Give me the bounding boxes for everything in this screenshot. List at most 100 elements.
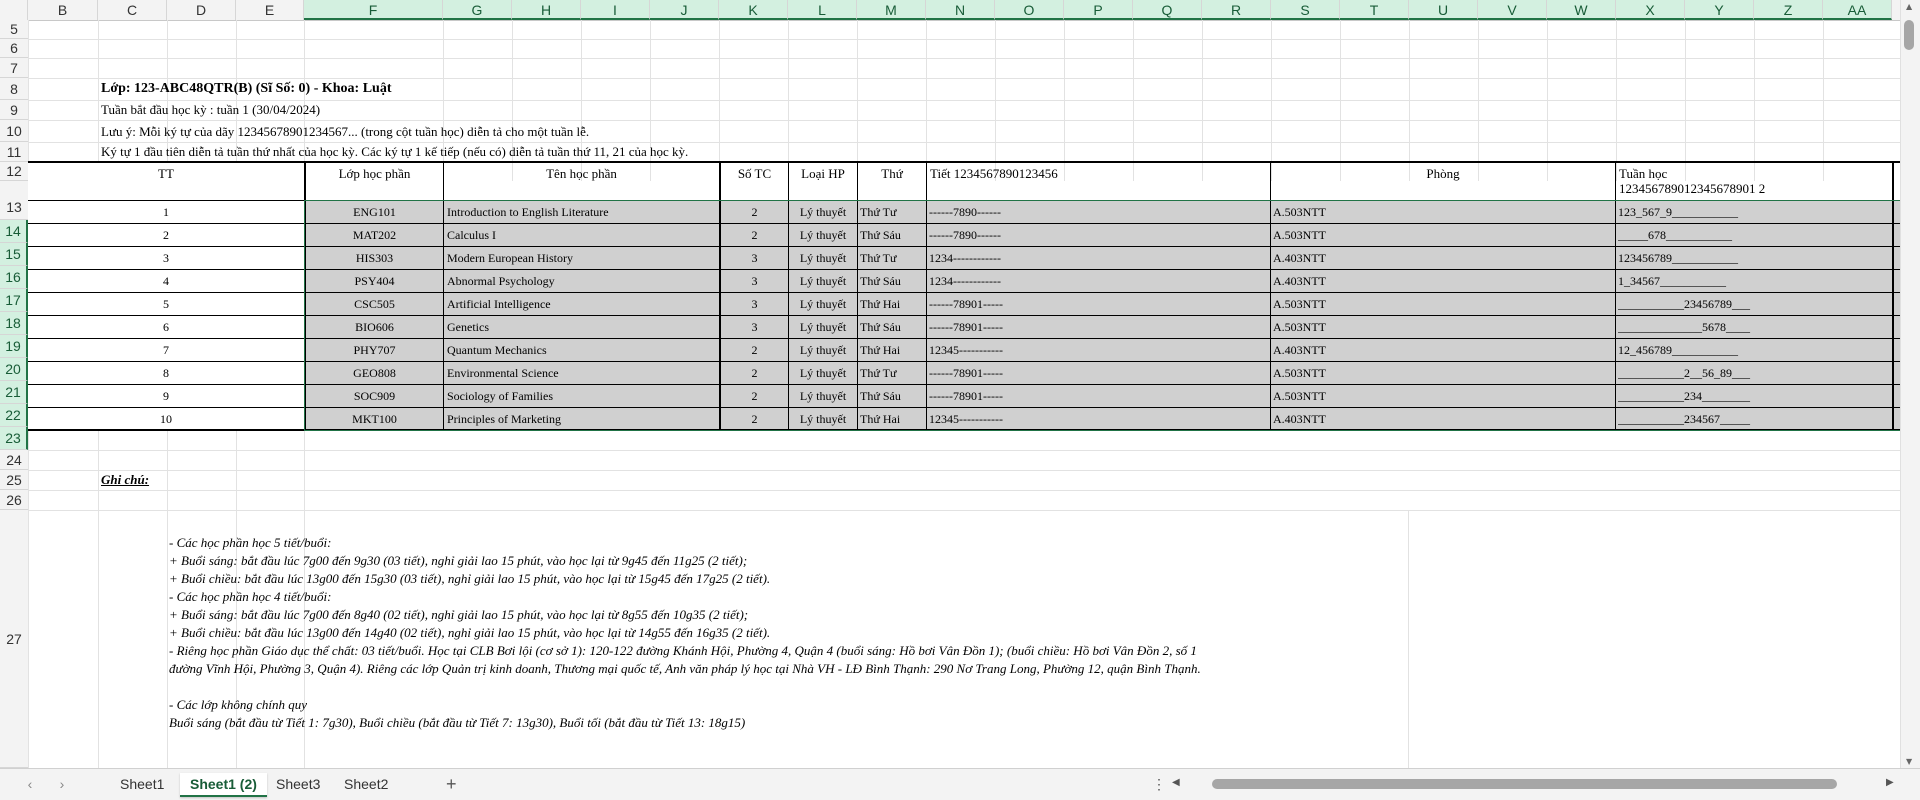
- cell-loai[interactable]: Lý thuyết: [789, 362, 857, 384]
- cell-tuan[interactable]: 1_34567___________: [1618, 270, 1892, 292]
- cell-lop[interactable]: PHY707: [306, 339, 443, 361]
- column-header-h[interactable]: H: [512, 0, 581, 20]
- hscroll-right-icon[interactable]: ▶: [1886, 777, 1894, 788]
- cell-lop[interactable]: GEO808: [306, 362, 443, 384]
- cell-phong[interactable]: A.403NTT: [1273, 270, 1615, 292]
- column-header-j[interactable]: J: [650, 0, 719, 20]
- column-header-e[interactable]: E: [236, 0, 304, 20]
- row-header-6[interactable]: 6: [0, 39, 28, 58]
- row-header-27[interactable]: 27: [0, 510, 28, 768]
- row-header-14[interactable]: 14: [0, 220, 28, 243]
- cell-tt[interactable]: 10: [28, 408, 304, 430]
- column-header-m[interactable]: M: [857, 0, 926, 20]
- cell-sotc[interactable]: 2: [721, 224, 788, 246]
- cell-tiet[interactable]: ------78901-----: [929, 385, 1270, 407]
- column-header-d[interactable]: D: [167, 0, 236, 20]
- column-header-k[interactable]: K: [719, 0, 788, 20]
- cell-tiet[interactable]: ------7890------: [929, 224, 1270, 246]
- cell-ten[interactable]: Principles of Marketing: [447, 408, 719, 430]
- column-header-c[interactable]: C: [98, 0, 167, 20]
- cell-tt[interactable]: 3: [28, 247, 304, 269]
- hscroll-left-icon[interactable]: ◀: [1172, 777, 1180, 788]
- cell-tiet[interactable]: ------7890------: [929, 201, 1270, 223]
- tab-sheet1-2[interactable]: Sheet1 (2): [180, 773, 267, 797]
- cell-lop[interactable]: MKT100: [306, 408, 443, 430]
- cell-tt[interactable]: 1: [28, 201, 304, 223]
- cell-ten[interactable]: Artificial Intelligence: [447, 293, 719, 315]
- cell-thu[interactable]: Thứ Hai: [860, 339, 926, 361]
- vertical-scroll-thumb[interactable]: [1904, 20, 1914, 50]
- cell-tt[interactable]: 9: [28, 385, 304, 407]
- row-header-19[interactable]: 19: [0, 335, 28, 358]
- cell-loai[interactable]: Lý thuyết: [789, 270, 857, 292]
- cell-tuan[interactable]: ___________23456789___: [1618, 293, 1892, 315]
- cell-ten[interactable]: Calculus I: [447, 224, 719, 246]
- cell-lop[interactable]: ENG101: [306, 201, 443, 223]
- cell-grid[interactable]: Lớp: 123-ABC48QTR(B) (Sĩ Số: 0) - Khoa: …: [28, 20, 1900, 768]
- column-header-v[interactable]: V: [1478, 0, 1547, 20]
- cell-tuan[interactable]: 123_567_9___________: [1618, 201, 1892, 223]
- cell-tuan[interactable]: ___________234567_____: [1618, 408, 1892, 430]
- cell-tt[interactable]: 2: [28, 224, 304, 246]
- cell-tt[interactable]: 4: [28, 270, 304, 292]
- column-header-n[interactable]: N: [926, 0, 995, 20]
- row-header-18[interactable]: 18: [0, 312, 28, 335]
- row-header-26[interactable]: 26: [0, 490, 28, 510]
- column-header-aa[interactable]: AA: [1823, 0, 1892, 20]
- column-header-u[interactable]: U: [1409, 0, 1478, 20]
- cell-tiet[interactable]: 1234------------: [929, 247, 1270, 269]
- tab-sheet3[interactable]: Sheet3: [266, 773, 330, 795]
- cell-ten[interactable]: Modern European History: [447, 247, 719, 269]
- column-header-b[interactable]: B: [28, 0, 98, 20]
- row-header-5[interactable]: 5: [0, 20, 28, 39]
- cell-phong[interactable]: A.503NTT: [1273, 362, 1615, 384]
- column-header-z[interactable]: Z: [1754, 0, 1823, 20]
- cell-lop[interactable]: MAT202: [306, 224, 443, 246]
- cell-tuan[interactable]: ___________234________: [1618, 385, 1892, 407]
- cell-loai[interactable]: Lý thuyết: [789, 293, 857, 315]
- row-header-23[interactable]: 23: [0, 427, 28, 450]
- column-header-i[interactable]: I: [581, 0, 650, 20]
- cell-tiet[interactable]: ------78901-----: [929, 362, 1270, 384]
- cell-thu[interactable]: Thứ Tư: [860, 201, 926, 223]
- cell-tt[interactable]: 8: [28, 362, 304, 384]
- cell-ten[interactable]: Sociology of Families: [447, 385, 719, 407]
- cell-loai[interactable]: Lý thuyết: [789, 339, 857, 361]
- cell-thu[interactable]: Thứ Sáu: [860, 224, 926, 246]
- cell-phong[interactable]: A.403NTT: [1273, 247, 1615, 269]
- row-header-12[interactable]: 12: [0, 162, 28, 181]
- cell-ten[interactable]: Quantum Mechanics: [447, 339, 719, 361]
- row-header-10[interactable]: 10: [0, 120, 28, 142]
- cell-tiet[interactable]: ------78901-----: [929, 293, 1270, 315]
- row-header-9[interactable]: 9: [0, 100, 28, 120]
- cell-loai[interactable]: Lý thuyết: [789, 201, 857, 223]
- scroll-down-icon[interactable]: ▼: [1906, 757, 1912, 766]
- add-sheet-icon[interactable]: +: [436, 773, 467, 795]
- cell-sotc[interactable]: 2: [721, 362, 788, 384]
- cell-sotc[interactable]: 2: [721, 408, 788, 430]
- cell-ten[interactable]: Introduction to English Literature: [447, 201, 719, 223]
- vertical-scrollbar[interactable]: ▲ ▼: [1900, 0, 1920, 768]
- row-header-22[interactable]: 22: [0, 404, 28, 427]
- row-header-7[interactable]: 7: [0, 58, 28, 78]
- column-header-f[interactable]: F: [304, 0, 443, 20]
- cell-tiet[interactable]: 1234------------: [929, 270, 1270, 292]
- cell-thu[interactable]: Thứ Tư: [860, 247, 926, 269]
- cell-loai[interactable]: Lý thuyết: [789, 316, 857, 338]
- cell-thu[interactable]: Thứ Tư: [860, 362, 926, 384]
- cell-tt[interactable]: 5: [28, 293, 304, 315]
- cell-loai[interactable]: Lý thuyết: [789, 408, 857, 430]
- cell-tuan[interactable]: ___________2__56_89___: [1618, 362, 1892, 384]
- tab-sheet2[interactable]: Sheet2: [334, 773, 398, 795]
- tab-sheet1[interactable]: Sheet1: [110, 773, 174, 795]
- tab-scroll-left-icon[interactable]: ‹: [20, 773, 40, 795]
- cell-thu[interactable]: Thứ Hai: [860, 408, 926, 430]
- cell-tuan[interactable]: 123456789___________: [1618, 247, 1892, 269]
- cell-lop[interactable]: CSC505: [306, 293, 443, 315]
- cell-lop[interactable]: HIS303: [306, 247, 443, 269]
- cell-sotc[interactable]: 2: [721, 339, 788, 361]
- cell-tiet[interactable]: ------78901-----: [929, 316, 1270, 338]
- cell-lop[interactable]: SOC909: [306, 385, 443, 407]
- cell-tuan[interactable]: _____678___________: [1618, 224, 1892, 246]
- cell-phong[interactable]: A.503NTT: [1273, 293, 1615, 315]
